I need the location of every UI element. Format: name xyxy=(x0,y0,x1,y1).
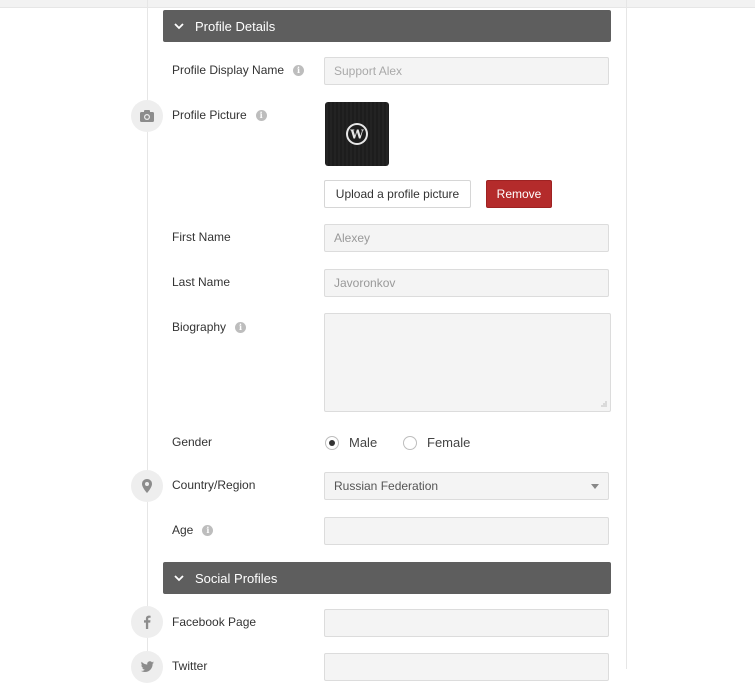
age-label: Age i xyxy=(172,523,214,537)
chevron-down-icon xyxy=(163,562,195,594)
age-input[interactable] xyxy=(324,517,609,545)
profile-picture-label-text: Profile Picture xyxy=(172,108,247,122)
display-name-label-text: Profile Display Name xyxy=(172,63,285,77)
age-label-text: Age xyxy=(172,523,194,537)
section-title: Social Profiles xyxy=(195,570,278,586)
first-name-label: First Name xyxy=(172,230,231,244)
radio-button-checked[interactable] xyxy=(325,435,339,450)
dropdown-caret-icon xyxy=(591,484,599,489)
social-profiles-header[interactable]: Social Profiles xyxy=(163,562,611,594)
last-name-label: Last Name xyxy=(172,275,231,289)
section-title: Profile Details xyxy=(195,18,276,34)
profile-details-header[interactable]: Profile Details xyxy=(163,10,611,42)
country-selected-value: Russian Federation xyxy=(334,479,439,493)
display-name-label: Profile Display Name i xyxy=(172,63,305,77)
profile-picture-label: Profile Picture i xyxy=(172,108,267,122)
last-name-input[interactable]: Javoronkov xyxy=(324,269,609,297)
map-pin-icon xyxy=(131,470,163,502)
display-name-input[interactable]: Support Alex xyxy=(324,57,609,85)
twitter-input[interactable] xyxy=(324,653,609,681)
gender-option-female[interactable]: Female xyxy=(403,435,470,450)
gender-option-male[interactable]: Male xyxy=(325,435,377,450)
resize-grip-icon[interactable] xyxy=(600,401,607,408)
remove-picture-button[interactable]: Remove xyxy=(486,180,552,208)
upload-picture-button[interactable]: Upload a profile picture xyxy=(324,180,471,208)
gender-label: Gender xyxy=(172,435,213,449)
panel-right-border xyxy=(626,0,627,669)
facebook-input[interactable] xyxy=(324,609,609,637)
gender-female-label: Female xyxy=(427,435,471,450)
twitter-label: Twitter xyxy=(172,659,208,673)
facebook-icon xyxy=(131,606,163,638)
twitter-icon xyxy=(131,651,163,683)
display-name-placeholder: Support Alex xyxy=(334,64,403,78)
country-label: Country/Region xyxy=(172,478,256,492)
radio-button-unchecked[interactable] xyxy=(403,435,417,450)
first-name-input[interactable]: Alexey xyxy=(324,224,609,252)
country-select[interactable]: Russian Federation xyxy=(324,472,609,500)
biography-textarea[interactable] xyxy=(324,313,611,412)
last-name-value: Javoronkov xyxy=(334,276,396,290)
info-icon[interactable]: i xyxy=(235,321,247,333)
wordpress-logo-icon: W xyxy=(346,123,368,145)
first-name-value: Alexey xyxy=(334,231,371,245)
info-icon[interactable]: i xyxy=(202,524,214,536)
chevron-down-icon xyxy=(163,10,195,42)
camera-icon xyxy=(131,100,163,132)
biography-label-text: Biography xyxy=(172,320,227,334)
top-bar xyxy=(0,0,755,8)
avatar: W xyxy=(325,102,389,166)
svg-text:W: W xyxy=(349,128,364,142)
info-icon[interactable]: i xyxy=(293,64,305,76)
facebook-label: Facebook Page xyxy=(172,615,257,629)
biography-label: Biography i xyxy=(172,320,247,334)
info-icon[interactable]: i xyxy=(255,109,267,121)
gender-male-label: Male xyxy=(349,435,378,450)
